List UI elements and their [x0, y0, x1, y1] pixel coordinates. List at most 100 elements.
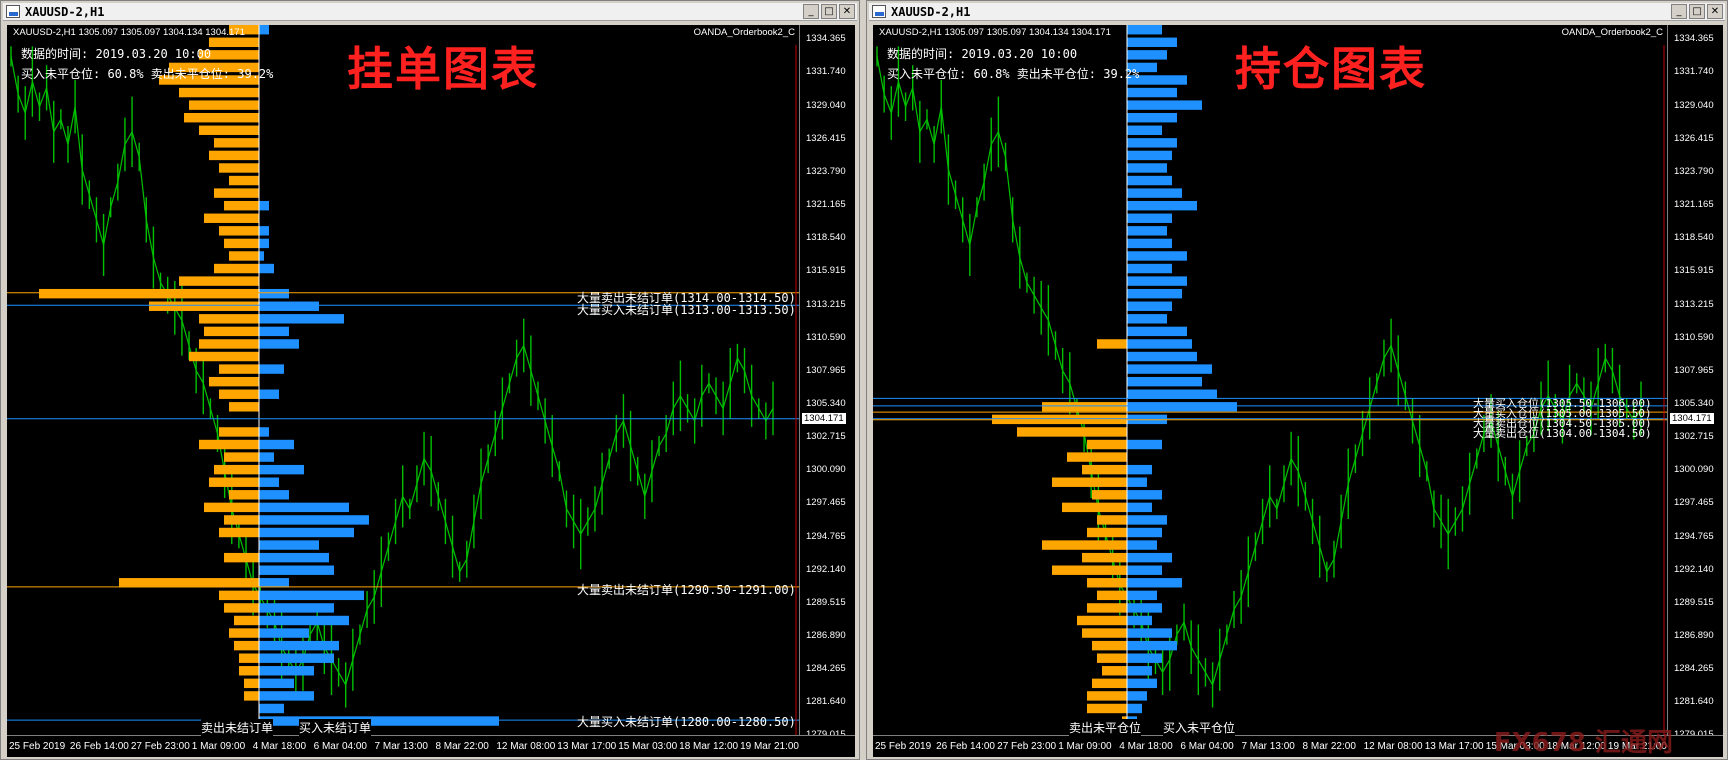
- buy-bar: [259, 263, 274, 274]
- current-price-label: 1304.171: [802, 412, 846, 424]
- price-tick: 1315.915: [806, 265, 846, 277]
- buy-bar: [1127, 200, 1197, 211]
- window-titlebar[interactable]: XAUUSD-2,H1 _ □ ✕: [869, 3, 1725, 21]
- buy-bar: [259, 603, 334, 613]
- buy-bar: [259, 339, 299, 349]
- sell-bar: [219, 427, 259, 437]
- buy-bar: [259, 427, 269, 437]
- close-button[interactable]: ✕: [839, 4, 855, 19]
- buy-bar: [1127, 87, 1177, 98]
- price-tick: 1321.165: [806, 199, 846, 211]
- buy-bar: [259, 490, 289, 500]
- buy-bar: [259, 615, 349, 626]
- minimize-button[interactable]: _: [803, 4, 819, 19]
- price-tick: 1281.640: [1674, 696, 1714, 707]
- sell-bar: [199, 439, 259, 450]
- indicator-name: OANDA_Orderbook2_C: [693, 27, 795, 38]
- buy-bar: [1127, 552, 1172, 563]
- sell-bar: [219, 527, 259, 538]
- price-tick: 1300.090: [1674, 464, 1714, 476]
- sell-bar: [239, 666, 259, 676]
- time-axis[interactable]: 25 Feb 2019 26 Feb 14:00 27 Feb 23:00 1 Mar…: [7, 735, 855, 757]
- chart-window-left[interactable]: XAUUSD-2,H1 _ □ ✕ 1334.365 1331.740 1329.0…: [0, 0, 860, 760]
- time-tick: 4 Mar 18:00: [252, 741, 307, 752]
- sell-bar: [199, 125, 259, 135]
- buy-bar: [1127, 389, 1217, 399]
- buy-bar: [1127, 150, 1172, 161]
- current-price-label: 1304.171: [1670, 412, 1714, 424]
- sell-bar: [1052, 477, 1127, 487]
- buy-bar: [259, 552, 329, 563]
- buy-bar: [1127, 590, 1157, 601]
- price-tick: 1326.415: [1674, 133, 1714, 145]
- chart-window-right[interactable]: XAUUSD-2,H1 _ □ ✕ 1334.365 1331.740 1329.0…: [866, 0, 1728, 760]
- buy-bar: [259, 515, 369, 525]
- sell-bar: [1087, 527, 1127, 538]
- price-tick: 1284.265: [1674, 663, 1714, 674]
- sell-bar: [229, 628, 259, 638]
- sell-bar: [214, 138, 259, 148]
- buy-bar: [1127, 213, 1172, 223]
- buy-bar: [259, 314, 344, 324]
- sell-bar: [1097, 339, 1127, 349]
- price-tick: 1331.740: [806, 66, 846, 78]
- chart-area[interactable]: 1334.365 1331.740 1329.040 1326.415 1323.790…: [7, 25, 855, 757]
- sell-bar: [1042, 540, 1127, 550]
- chart-window-icon: [6, 5, 20, 18]
- sell-bar: [224, 515, 259, 525]
- buy-bar: [1127, 125, 1162, 135]
- buy-bar: [1127, 251, 1187, 261]
- time-tick: 1 Mar 09:00: [191, 741, 246, 752]
- price-tick: 1286.890: [806, 630, 846, 641]
- buy-bar: [1127, 628, 1172, 638]
- buy-bar: [1127, 653, 1162, 663]
- close-button[interactable]: ✕: [1707, 4, 1723, 19]
- time-tick: 15 Mar 03:00: [618, 741, 678, 752]
- sell-bar: [224, 603, 259, 613]
- maximize-button[interactable]: □: [1689, 4, 1705, 19]
- price-tick: 1310.590: [1674, 332, 1714, 344]
- buy-bar: [259, 502, 349, 513]
- buy-bar: [1127, 37, 1177, 47]
- buy-bar: [1127, 301, 1172, 311]
- buy-bar: [1127, 263, 1172, 274]
- minimize-button[interactable]: _: [1671, 4, 1687, 19]
- sell-bar: [1097, 515, 1127, 525]
- buy-bar: [1127, 326, 1187, 337]
- time-tick: 1 Mar 09:00: [1058, 741, 1112, 752]
- price-tick: 1329.040: [1674, 100, 1714, 112]
- sell-bar: [214, 188, 259, 198]
- buy-bar: [1127, 502, 1152, 513]
- buy-bar: [259, 326, 289, 337]
- window-titlebar[interactable]: XAUUSD-2,H1 _ □ ✕: [3, 3, 857, 21]
- indicator-name: OANDA_Orderbook2_C: [1561, 27, 1663, 38]
- sell-bar: [209, 477, 259, 487]
- sell-bar: [219, 364, 259, 374]
- price-tick: 1294.765: [1674, 531, 1714, 543]
- chart-area[interactable]: 1334.365 1331.740 1329.040 1326.415 1323.790…: [873, 25, 1723, 757]
- price-tick: 1286.890: [1674, 630, 1714, 641]
- price-axis[interactable]: 1334.365 1331.740 1329.040 1326.415 1323.790…: [1667, 25, 1723, 740]
- sell-bar: [1092, 640, 1127, 651]
- sell-bar: [1087, 603, 1127, 613]
- sell-bar: [1087, 703, 1127, 714]
- price-tick: 1321.165: [1674, 199, 1714, 211]
- chart-plot[interactable]: [7, 25, 799, 735]
- price-tick: 1292.140: [1674, 564, 1714, 576]
- buy-bar: [1127, 515, 1167, 525]
- price-tick: 1307.965: [806, 365, 846, 377]
- sell-bar: [209, 37, 259, 47]
- price-tick: 1302.715: [1674, 431, 1714, 443]
- maximize-button[interactable]: □: [821, 4, 837, 19]
- annotation: 大量卖出未结订单(1290.50-1291.00): [577, 583, 796, 597]
- chart-plot[interactable]: [873, 25, 1667, 735]
- price-tick: 1318.540: [806, 232, 846, 244]
- sell-bar: [204, 502, 259, 513]
- price-axis[interactable]: 1334.365 1331.740 1329.040 1326.415 1323.790…: [799, 25, 855, 740]
- buy-bar: [1127, 464, 1152, 475]
- buy-bar: [259, 678, 294, 689]
- price-tick: 1307.965: [1674, 365, 1714, 377]
- chart-svg: [873, 25, 1667, 735]
- time-tick: 26 Feb 14:00: [69, 741, 129, 752]
- price-tick: 1289.515: [1674, 597, 1714, 609]
